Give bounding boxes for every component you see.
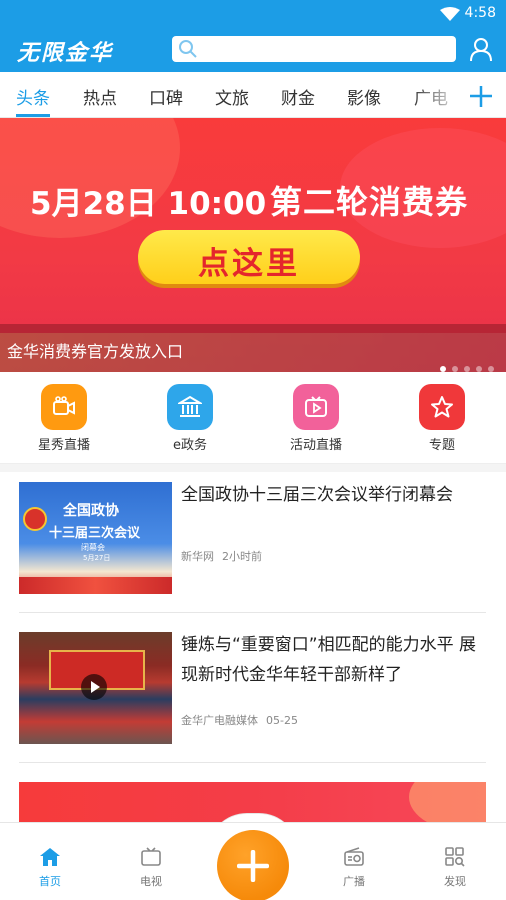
banner-caption: 金华消费券官方发放入口 xyxy=(7,342,184,361)
promo-banner[interactable]: 5月28日 10:00 第二轮消费券 点这里 金华消费券官方发放入口 xyxy=(0,118,506,372)
status-bar: 4:58 xyxy=(0,0,506,28)
search-box[interactable] xyxy=(172,36,456,62)
news-time: 2小时前 xyxy=(222,550,262,563)
news-title: 锤炼与“重要窗口”相匹配的能力水平 展现新时代金华年轻干部新样了 xyxy=(181,635,477,685)
news-meta: 金华广电融媒体 05-25 xyxy=(181,712,306,728)
radio-icon xyxy=(344,847,364,866)
star-icon xyxy=(419,384,465,430)
thumb-text: 5月27日 xyxy=(83,554,111,562)
thumb-decoration xyxy=(19,577,172,594)
app-logo: 无限金华 xyxy=(17,41,114,66)
quick-event-live-label: 活动直播 xyxy=(289,438,342,453)
carousel-indicator xyxy=(434,357,494,372)
banner-title: 第二轮消费券 xyxy=(270,183,469,221)
quick-special-topic[interactable]: 专题 xyxy=(397,384,487,453)
banner-cta-label: 点这里 xyxy=(198,246,300,282)
divider xyxy=(19,762,486,763)
nav-discover[interactable]: 发现 xyxy=(425,847,485,889)
thumb-text: 十三届三次会议 xyxy=(49,526,141,541)
add-channel-button[interactable] xyxy=(464,80,498,112)
news-thumbnail xyxy=(19,632,172,744)
tab-video[interactable]: 影像 xyxy=(347,84,381,109)
nav-tv[interactable]: 电视 xyxy=(121,847,181,889)
nav-radio[interactable]: 广播 xyxy=(324,847,384,889)
home-icon xyxy=(40,848,60,866)
section-gap xyxy=(0,464,506,472)
channel-tabs: 头条 热点 口碑 文旅 财金 影像 广电 xyxy=(0,72,506,118)
banner-date: 5月28日 10:00 xyxy=(30,186,267,222)
status-time: 4:58 xyxy=(464,5,496,21)
quick-e-government[interactable]: e政务 xyxy=(145,384,235,453)
quick-e-government-label: e政务 xyxy=(173,438,207,453)
tab-headline[interactable]: 头条 xyxy=(16,84,50,109)
quick-event-live[interactable]: 活动直播 xyxy=(271,384,361,453)
news-source: 金华广电融媒体 xyxy=(181,714,258,727)
camera-icon xyxy=(41,384,87,430)
plus-icon xyxy=(237,850,269,882)
quick-live-show[interactable]: 星秀直播 xyxy=(19,384,109,453)
nav-tv-label: 电视 xyxy=(140,875,162,888)
quick-live-show-label: 星秀直播 xyxy=(37,438,90,453)
tv-icon xyxy=(141,847,161,866)
search-input[interactable] xyxy=(202,36,448,62)
tab-reputation[interactable]: 口碑 xyxy=(149,84,183,109)
banner-caption-bar: 金华消费券官方发放入口 xyxy=(0,324,506,372)
news-source: 新华网 xyxy=(181,550,214,563)
tab-finance[interactable]: 财金 xyxy=(281,84,315,109)
play-icon xyxy=(81,674,107,700)
government-building-icon xyxy=(167,384,213,430)
search-icon xyxy=(179,40,197,58)
news-item[interactable]: 锤炼与“重要窗口”相匹配的能力水平 展现新时代金华年轻干部新样了 金华广电融媒体… xyxy=(0,622,506,762)
nav-home[interactable]: 首页 xyxy=(20,847,80,889)
quick-actions: 星秀直播 e政务 活动直播 专题 xyxy=(0,372,506,464)
user-profile-icon[interactable] xyxy=(470,38,492,62)
nav-home-label: 首页 xyxy=(39,875,61,888)
quick-special-topic-label: 专题 xyxy=(428,438,455,453)
nav-radio-label: 广播 xyxy=(343,875,365,888)
news-item[interactable]: 全国政协 十三届三次会议 闭幕会 5月27日 全国政协十三届三次会议举行闭幕会 … xyxy=(0,472,506,612)
thumb-decoration xyxy=(409,782,486,822)
nav-discover-label: 发现 xyxy=(444,875,466,888)
banner-cta-button[interactable]: 点这里 xyxy=(138,230,360,284)
cppcc-emblem-icon xyxy=(23,507,47,531)
news-thumbnail: 全国政协 十三届三次会议 闭幕会 5月27日 xyxy=(19,482,172,594)
tab-hot[interactable]: 热点 xyxy=(83,84,117,109)
thumb-text: 闭幕会 xyxy=(81,543,105,552)
thumb-text: 全国政协 xyxy=(63,503,119,519)
plus-icon xyxy=(470,86,492,107)
discover-grid-icon xyxy=(445,847,465,867)
news-meta: 新华网 2小时前 xyxy=(181,548,270,564)
tv-play-icon xyxy=(293,384,339,430)
tabs-fade xyxy=(412,72,464,117)
news-title: 全国政协十三届三次会议举行闭幕会 xyxy=(181,485,453,505)
tab-culture-travel[interactable]: 文旅 xyxy=(215,84,249,109)
news-time: 05-25 xyxy=(266,714,298,727)
app-header: 无限金华 xyxy=(0,28,506,72)
publish-plus-button[interactable] xyxy=(217,830,289,900)
divider xyxy=(19,612,486,613)
active-tab-indicator xyxy=(16,114,50,117)
wifi-icon xyxy=(440,7,460,21)
